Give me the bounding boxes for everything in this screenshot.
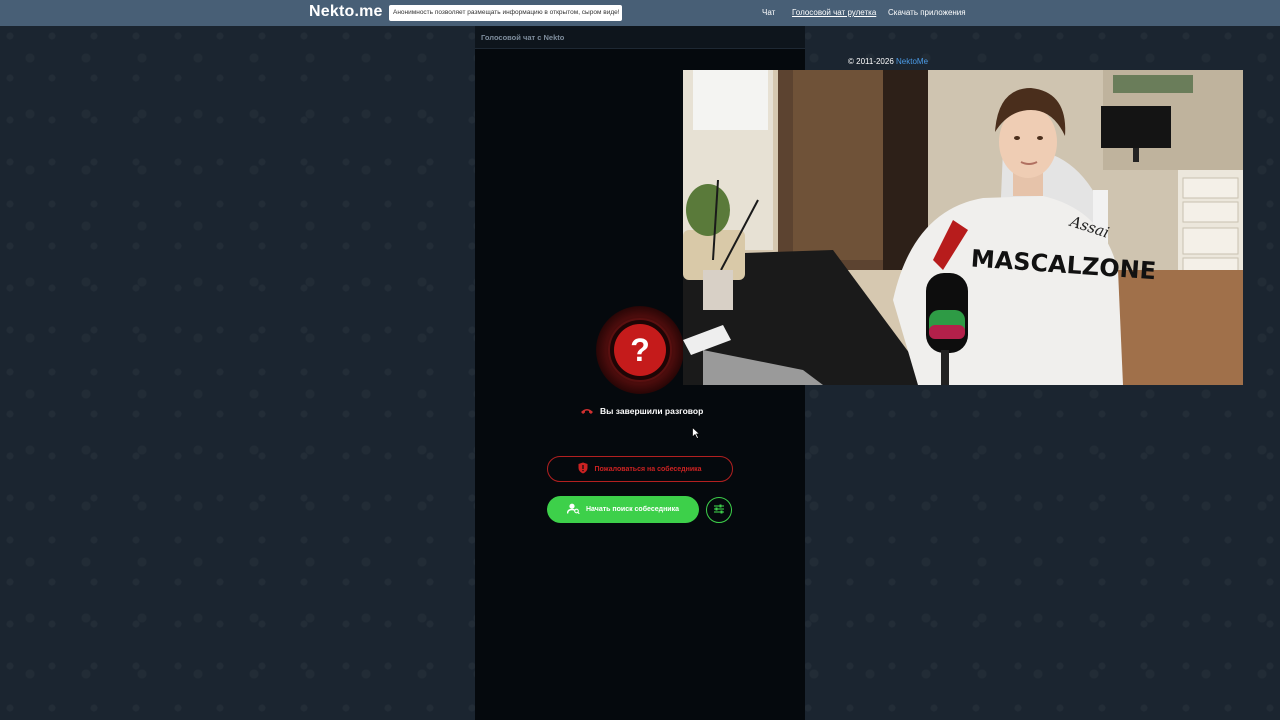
copyright-text: © 2011-2026 [848, 57, 894, 66]
start-search-label: Начать поиск собеседника [585, 506, 679, 513]
filter-settings-button[interactable] [706, 497, 732, 523]
nav-download-apps[interactable]: Скачать приложения [888, 8, 966, 17]
top-bar: Nekto.me Анонимность позволяет размещать… [0, 0, 1280, 26]
copyright-link[interactable]: NektoMe [896, 57, 928, 66]
nav-voice-roulette[interactable]: Голосовой чат рулетка [792, 8, 876, 17]
cursor-icon [692, 426, 701, 444]
panel-title: Голосовой чат с Nekto [475, 26, 805, 49]
sliders-icon [713, 501, 725, 519]
start-search-button[interactable]: Начать поиск собеседника [547, 496, 699, 523]
user-search-icon [566, 503, 580, 516]
logo[interactable]: Nekto.me [309, 3, 383, 21]
call-status-text: Вы завершили разговор [600, 406, 704, 416]
copyright: © 2011-2026 NektoMe [848, 57, 928, 66]
notice-banner: Анонимность позволяет размещать информац… [389, 5, 622, 21]
shield-icon [578, 462, 588, 476]
call-status: Вы завершили разговор [580, 404, 703, 418]
hangup-icon [580, 407, 594, 416]
report-button[interactable]: Пожаловаться на собеседника [547, 456, 733, 482]
nav-chat[interactable]: Чат [762, 8, 775, 17]
webcam-scene: MASCALZONE Assai [683, 70, 1243, 385]
unknown-user-avatar: ? [614, 324, 666, 376]
report-button-label: Пожаловаться на собеседника [594, 465, 702, 473]
webcam-video-overlay: MASCALZONE Assai [683, 70, 1243, 385]
